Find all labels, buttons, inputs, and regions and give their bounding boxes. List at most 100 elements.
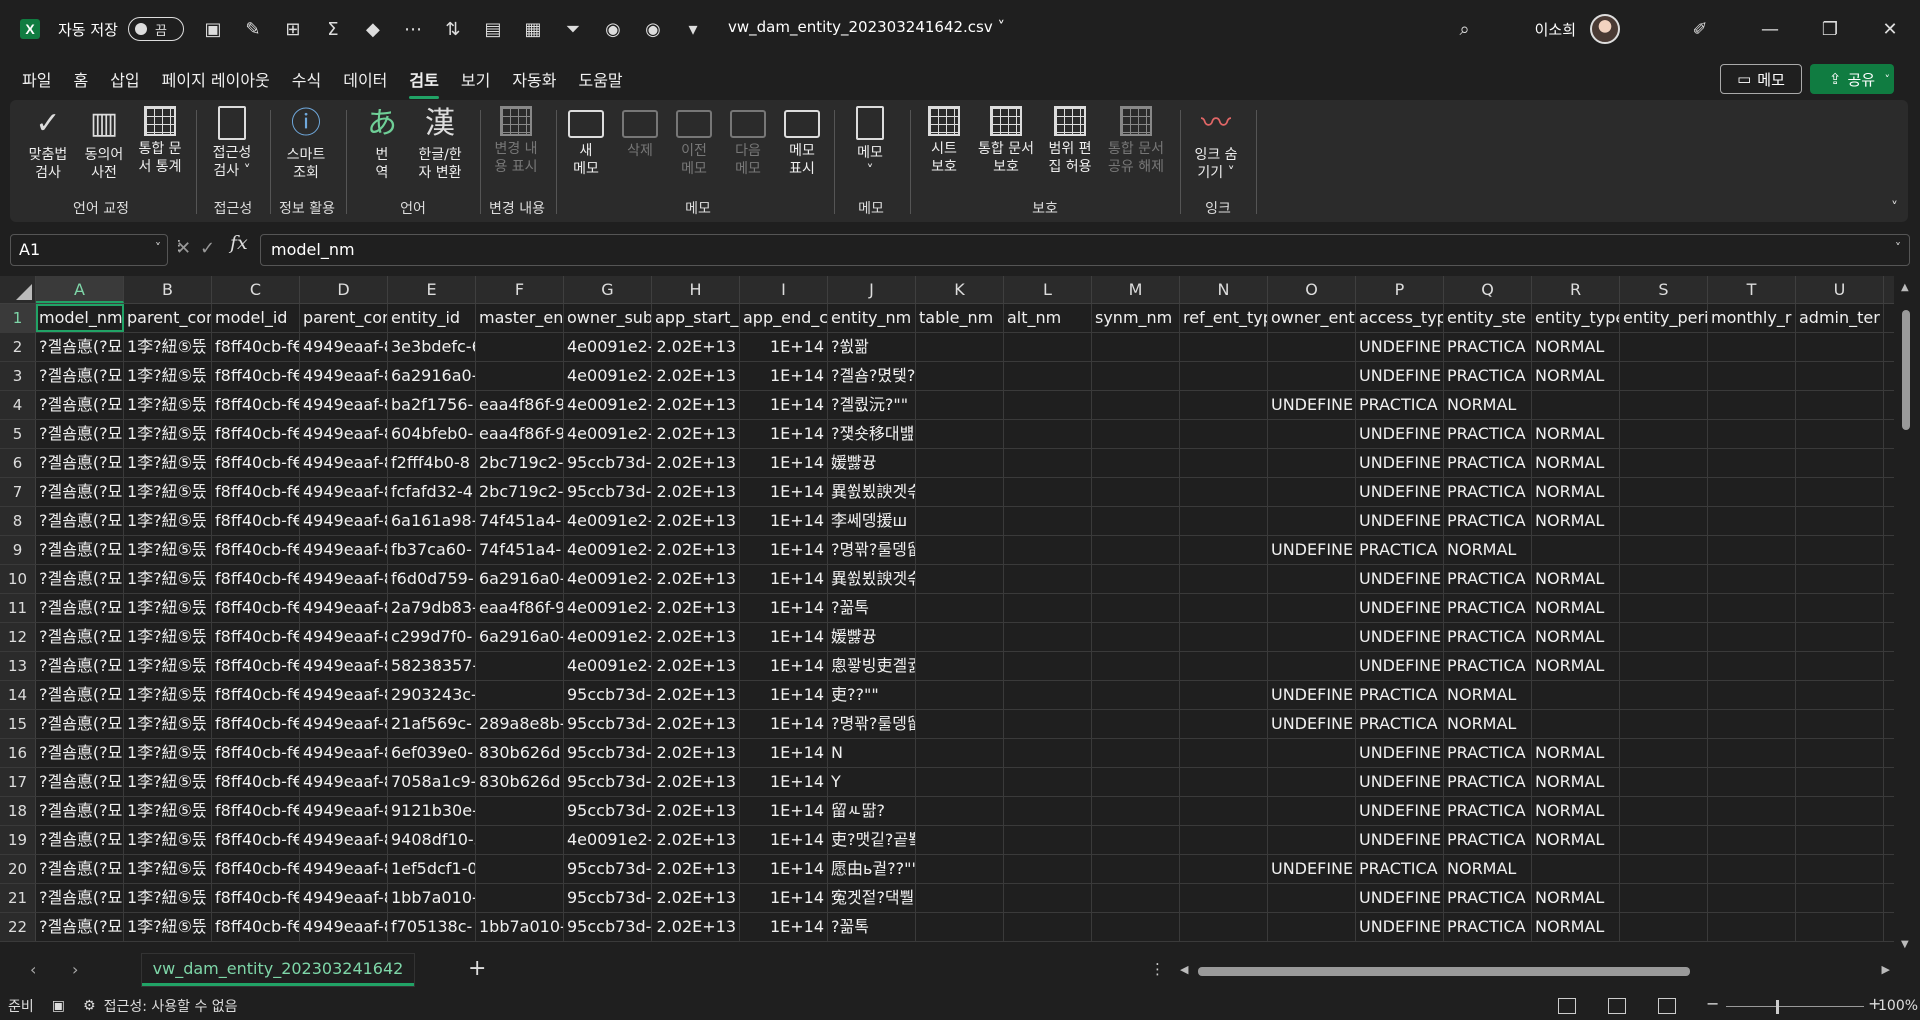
cell[interactable]: 95ccb73d- <box>564 681 652 709</box>
cell[interactable]: 4e0091e2- <box>564 362 652 390</box>
column-header[interactable]: U <box>1796 276 1884 303</box>
cell[interactable]: f8ff40cb-f€ <box>212 884 300 912</box>
cell[interactable]: PRACTICA <box>1356 681 1444 709</box>
cell[interactable]: 1E+14 <box>740 855 828 883</box>
cell[interactable]: 1E+14 <box>740 652 828 680</box>
cell[interactable]: 289a8e8b- <box>476 710 564 738</box>
column-header[interactable]: K <box>916 276 1004 303</box>
cell[interactable]: 74f451a4- <box>476 507 564 535</box>
cell[interactable]: f8ff40cb-f€ <box>212 623 300 651</box>
cell[interactable]: app_start_ <box>652 304 740 332</box>
menu-tab[interactable]: 자동화 <box>512 63 556 95</box>
cell[interactable] <box>1708 623 1796 651</box>
sheet-prev-icon[interactable]: ‹ <box>30 960 36 979</box>
cell[interactable]: 1李?紐⑤뜼 <box>124 652 212 680</box>
row-header[interactable]: 20 <box>0 855 36 883</box>
cell[interactable] <box>1708 652 1796 680</box>
cell[interactable]: 4949eaaf-8 <box>300 449 388 477</box>
cell[interactable] <box>1796 478 1884 506</box>
row-header[interactable]: 19 <box>0 826 36 854</box>
protect-workbook-button[interactable]: 통합 문서 보호 <box>972 106 1040 176</box>
enter-icon[interactable]: ✓ <box>200 238 215 259</box>
cell[interactable] <box>1004 536 1092 564</box>
cell[interactable] <box>476 826 564 854</box>
cell[interactable]: UNDEFINE <box>1356 652 1444 680</box>
cell[interactable] <box>1708 565 1796 593</box>
cell[interactable] <box>1796 565 1884 593</box>
cell[interactable] <box>1796 536 1884 564</box>
cell[interactable] <box>1620 362 1708 390</box>
menu-tab[interactable]: 페이지 레이아웃 <box>162 63 270 95</box>
cell[interactable] <box>1004 913 1092 941</box>
search-icon[interactable]: ⌕ <box>1435 19 1495 40</box>
cell[interactable]: ?곌숌悳(?묘 <box>36 681 124 709</box>
cell[interactable]: eaa4f86f-9 <box>476 420 564 448</box>
cell[interactable] <box>1620 536 1708 564</box>
row-header[interactable]: 22 <box>0 913 36 941</box>
cell[interactable]: 1E+14 <box>740 797 828 825</box>
cell[interactable] <box>1796 768 1884 796</box>
cell[interactable] <box>1092 594 1180 622</box>
cell[interactable]: 74f451a4- <box>476 536 564 564</box>
cell[interactable]: 4e0091e2- <box>564 565 652 593</box>
cell[interactable] <box>1796 652 1884 680</box>
cell[interactable] <box>1092 536 1180 564</box>
cell[interactable]: 2.02E+13 <box>652 594 740 622</box>
cell[interactable] <box>916 362 1004 390</box>
cell[interactable]: 1李?紐⑤뜼 <box>124 478 212 506</box>
cell[interactable] <box>1708 449 1796 477</box>
cell[interactable]: 1李?紐⑤뜼 <box>124 333 212 361</box>
cell[interactable]: 2.02E+13 <box>652 652 740 680</box>
cell[interactable]: 9408df10-56a1-4b07 <box>388 826 476 854</box>
cell[interactable]: NORMAL <box>1532 565 1620 593</box>
cell[interactable] <box>1796 884 1884 912</box>
column-header[interactable]: J <box>828 276 916 303</box>
cell[interactable] <box>1092 768 1180 796</box>
cell[interactable]: ?곌숌悳(?묘 <box>36 391 124 419</box>
column-header[interactable]: A <box>36 276 124 303</box>
cell[interactable] <box>1620 913 1708 941</box>
cell[interactable]: 4949eaaf-8 <box>300 826 388 854</box>
row-header[interactable]: 14 <box>0 681 36 709</box>
cell[interactable] <box>1532 710 1620 738</box>
zoom-level[interactable]: 100% <box>1878 998 1918 1014</box>
cell[interactable] <box>1004 565 1092 593</box>
cell[interactable]: ?곌숌悳(?묘 <box>36 507 124 535</box>
cell[interactable] <box>1268 826 1356 854</box>
zoom-slider[interactable] <box>1726 1006 1864 1007</box>
cell[interactable]: 2bc719c2- <box>476 449 564 477</box>
cell[interactable] <box>916 449 1004 477</box>
cell[interactable]: 2.02E+13 <box>652 565 740 593</box>
cell[interactable]: admin_ter <box>1796 304 1884 332</box>
cell[interactable] <box>1708 855 1796 883</box>
cell[interactable] <box>1004 449 1092 477</box>
cell[interactable]: UNDEFINE <box>1268 536 1356 564</box>
cell[interactable]: f8ff40cb-f€ <box>212 507 300 535</box>
cell[interactable]: 1E+14 <box>740 739 828 767</box>
cell[interactable]: 95ccb73d- <box>564 768 652 796</box>
column-header[interactable]: D <box>300 276 388 303</box>
cell[interactable] <box>1708 768 1796 796</box>
cell[interactable] <box>476 797 564 825</box>
cell[interactable] <box>1092 623 1180 651</box>
column-header[interactable]: F <box>476 276 564 303</box>
cell[interactable]: 4e0091e2- <box>564 623 652 651</box>
column-header[interactable]: P <box>1356 276 1444 303</box>
row-header[interactable]: 6 <box>0 449 36 477</box>
cell[interactable] <box>1268 884 1356 912</box>
cell[interactable]: PRACTICA <box>1444 594 1532 622</box>
cell[interactable]: UNDEFINE <box>1356 478 1444 506</box>
cell[interactable]: 留ㅻ땲? <box>828 797 916 825</box>
cell[interactable]: 2.02E+13 <box>652 797 740 825</box>
cell[interactable] <box>1004 478 1092 506</box>
cell[interactable] <box>916 913 1004 941</box>
cell[interactable] <box>1268 362 1356 390</box>
cell[interactable]: 4e0091e2- <box>564 652 652 680</box>
cell[interactable]: NORMAL <box>1532 884 1620 912</box>
cell[interactable]: fb37ca60- <box>388 536 476 564</box>
cell[interactable]: f8ff40cb-f€ <box>212 536 300 564</box>
cell[interactable]: table_nm <box>916 304 1004 332</box>
cell[interactable]: 2.02E+13 <box>652 739 740 767</box>
cell[interactable]: NORMAL <box>1532 623 1620 651</box>
cell[interactable] <box>1004 797 1092 825</box>
